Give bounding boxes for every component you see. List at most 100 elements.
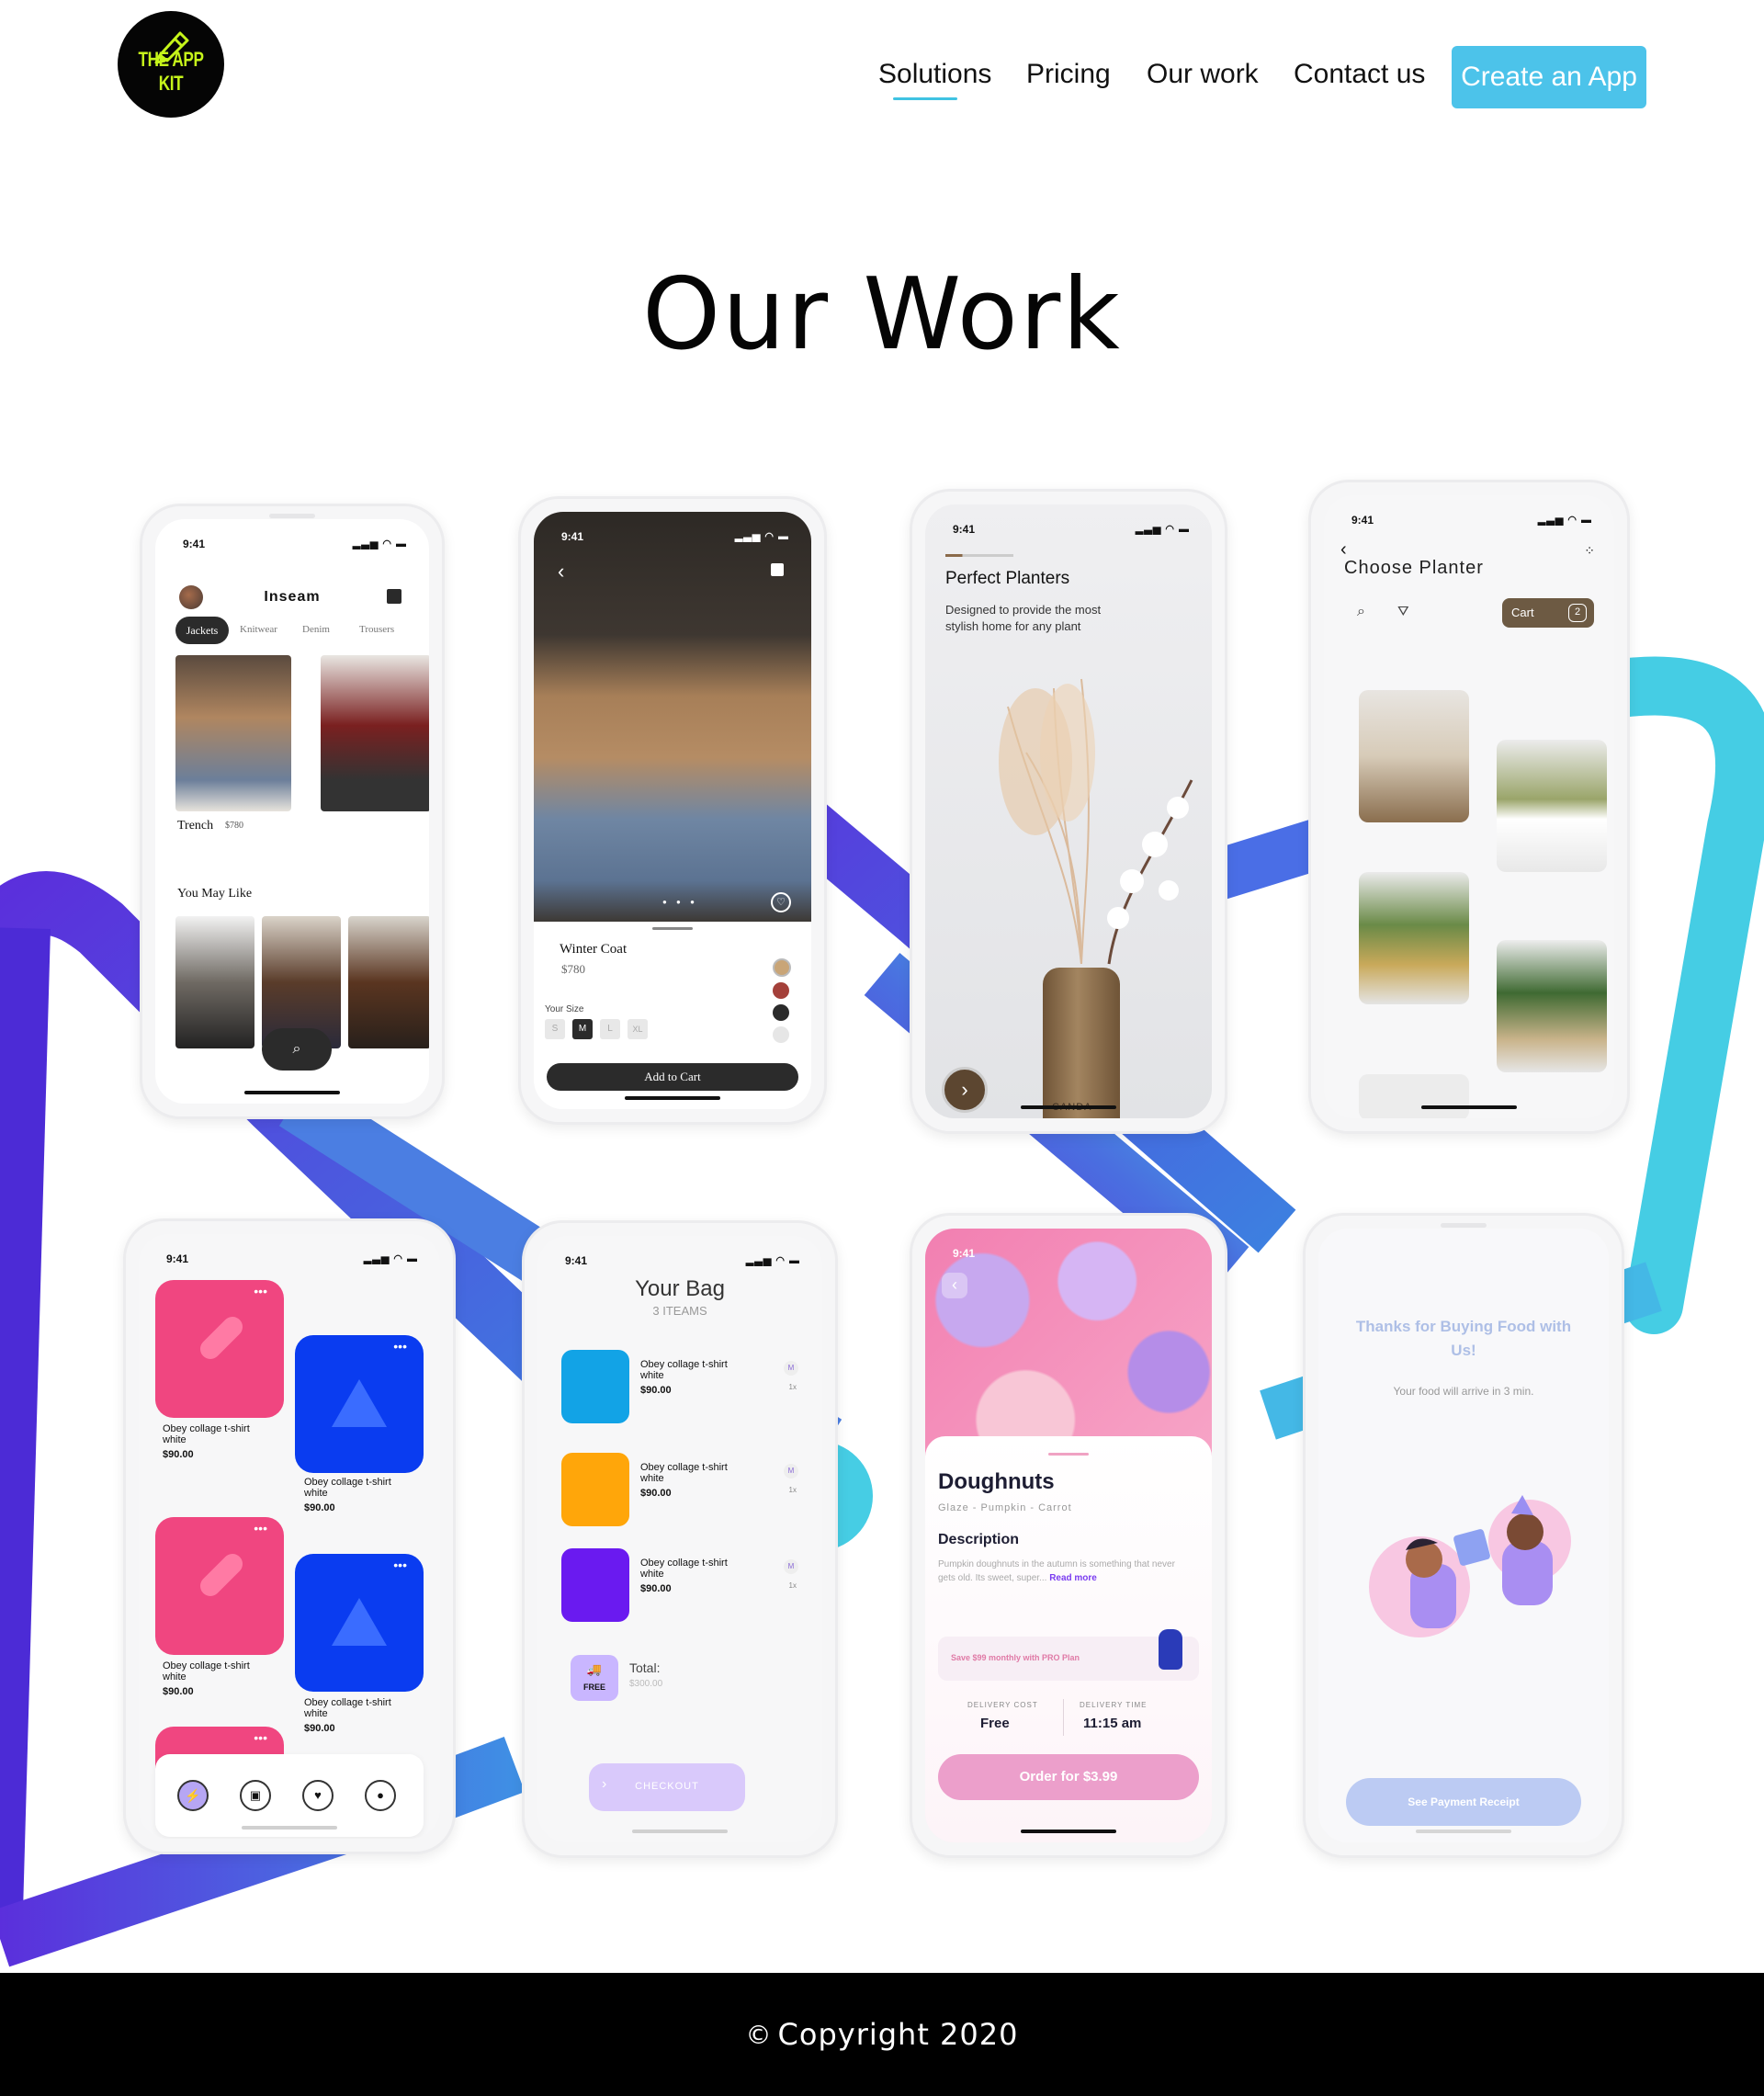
speaker (1441, 1223, 1487, 1228)
swatch-red[interactable] (773, 982, 789, 999)
swatch-black[interactable] (773, 1004, 789, 1021)
size-l[interactable]: L (600, 1019, 620, 1039)
planter-card-2[interactable] (1497, 740, 1607, 872)
size-m[interactable]: M (572, 1019, 593, 1039)
phone-thanks: Thanks for Buying Food with Us! Your foo… (1303, 1213, 1624, 1858)
heart-icon[interactable]: ♥ (302, 1780, 334, 1811)
product-subtitle: Glaze - Pumpkin - Carrot (938, 1502, 1072, 1513)
read-more-link[interactable]: Read more (1049, 1573, 1097, 1583)
swatch-white[interactable] (773, 1026, 789, 1043)
bag-icon[interactable]: ▣ (240, 1780, 271, 1811)
nav-contact-us[interactable]: Contact us (1294, 59, 1425, 90)
bag-item-image-3[interactable] (561, 1548, 629, 1622)
search-icon[interactable]: ⌕ (262, 1028, 332, 1071)
bag-item-size-3[interactable]: M (784, 1559, 798, 1574)
bag-icon[interactable] (771, 563, 784, 576)
planter-card-1[interactable] (1359, 690, 1469, 822)
suggestion-image-1[interactable] (175, 916, 254, 1048)
hero-image-coat (534, 512, 811, 922)
size-s[interactable]: S (545, 1019, 565, 1039)
status-bar: 9:41 ▂▃▅ ◠ ▬ (183, 538, 407, 550)
product-card-4[interactable]: ••• (295, 1554, 424, 1692)
truck-icon: 🚚 (586, 1662, 603, 1676)
bag-item-name-3: Obey collage t-shirt white (640, 1558, 728, 1580)
bag-item-qty-2[interactable]: 1x (789, 1486, 797, 1494)
nav-solutions[interactable]: Solutions (878, 59, 991, 90)
bag-item-name-2: Obey collage t-shirt white (640, 1462, 728, 1484)
menu-grid-icon[interactable]: ⁘ (1584, 543, 1596, 559)
product-image-plaid[interactable] (321, 655, 429, 811)
more-icon[interactable]: ••• (393, 1339, 407, 1354)
screen: 9:41 ▂▃▅ ◠ ▬ ‹ ● ● ● ♡ Winter Coat $780 … (534, 512, 811, 1109)
heart-icon[interactable]: ♡ (771, 892, 791, 912)
phone-doughnuts: 9:41 ‹ Doughnuts Glaze - Pumpkin - Carro… (910, 1213, 1227, 1858)
sheet-handle[interactable] (1048, 1453, 1089, 1456)
tab-jackets[interactable]: Jackets (175, 617, 229, 644)
order-button[interactable]: Order for $3.99 (938, 1754, 1199, 1800)
product-image-trench[interactable] (175, 655, 291, 811)
item-count: 3 ITEAMS (652, 1304, 707, 1318)
product-card-1[interactable]: ••• (155, 1280, 284, 1418)
pro-plan-banner[interactable]: Save $99 monthly with PRO Plan (938, 1629, 1199, 1681)
bag-item-size-2[interactable]: M (784, 1464, 798, 1479)
bag-item-qty-3[interactable]: 1x (789, 1581, 797, 1590)
more-icon[interactable]: ••• (393, 1558, 407, 1572)
checkout-button[interactable]: › CHECKOUT (589, 1763, 745, 1811)
party-illustration (1369, 1495, 1571, 1637)
home-indicator (1416, 1830, 1511, 1833)
back-icon[interactable]: ‹ (942, 1273, 967, 1298)
payment-receipt-button[interactable]: See Payment Receipt (1346, 1778, 1581, 1826)
bag-item-qty-1[interactable]: 1x (789, 1383, 797, 1391)
tab-trousers[interactable]: Trousers (359, 624, 394, 635)
delivery-cost-label: DELIVERY COST (967, 1701, 1038, 1709)
product-card-3[interactable]: ••• (155, 1517, 284, 1655)
bottom-tab-bar: ⚡ ▣ ♥ ● (155, 1754, 424, 1837)
product-card-2[interactable]: ••• (295, 1335, 424, 1473)
status-time: 9:41 (1351, 514, 1374, 527)
checkout-label: CHECKOUT (635, 1781, 699, 1792)
planter-card-3[interactable] (1359, 872, 1469, 1004)
sheet-handle[interactable] (652, 927, 693, 930)
nav-pricing[interactable]: Pricing (1026, 59, 1111, 90)
bag-item-price-3: $90.00 (640, 1583, 672, 1594)
screen: 9:41 ▂▃▅ ◠ ▬ Your Bag 3 ITEAMS Obey coll… (537, 1236, 822, 1842)
delivery-time-label: DELIVERY TIME (1080, 1701, 1148, 1709)
size-label: Your Size (545, 1004, 584, 1014)
bag-item-image-1[interactable] (561, 1350, 629, 1423)
status-icons: ▂▃▅ ◠ ▬ (734, 531, 789, 542)
cart-button[interactable]: Cart 2 (1502, 598, 1594, 628)
more-icon[interactable]: ••• (254, 1521, 267, 1535)
promo-text: Save $99 monthly with PRO Plan (951, 1653, 1080, 1662)
size-xl[interactable]: XL (628, 1019, 648, 1039)
bag-item-size-1[interactable]: M (784, 1361, 798, 1376)
doughnuts-image (925, 1229, 1212, 1467)
nav-our-work[interactable]: Our work (1147, 59, 1259, 90)
profile-icon[interactable]: ● (365, 1780, 396, 1811)
tab-denim[interactable]: Denim (302, 624, 330, 635)
more-icon[interactable]: ••• (254, 1730, 267, 1745)
next-button[interactable]: › (942, 1067, 988, 1113)
promo-illustration (1159, 1629, 1182, 1670)
tab-knitwear[interactable]: Knitwear (240, 624, 277, 635)
status-icons: ▂▃▅ ◠ ▬ (1537, 515, 1592, 526)
planter-card-5[interactable] (1359, 1074, 1469, 1118)
home-indicator (632, 1830, 728, 1833)
swatch-tan[interactable] (773, 958, 791, 977)
filter-icon[interactable]: ⛛ (1397, 604, 1409, 619)
more-icon[interactable]: ••• (254, 1284, 267, 1298)
back-icon[interactable]: ‹ (558, 560, 564, 583)
search-icon[interactable]: ⌕ (1357, 604, 1365, 620)
bag-item-image-2[interactable] (561, 1453, 629, 1526)
bandage-icon (196, 1312, 247, 1364)
create-app-button[interactable]: Create an App (1452, 46, 1646, 108)
screen: 9:41 ▂▃▅ ◠ ▬ ‹ ⁘ Choose Planter ⌕ ⛛ Cart… (1324, 495, 1614, 1118)
bolt-icon[interactable]: ⚡ (177, 1780, 209, 1811)
bag-icon[interactable] (387, 589, 401, 604)
add-to-cart-button[interactable]: Add to Cart (547, 1063, 798, 1091)
suggestion-image-3[interactable] (348, 916, 429, 1048)
screen-desc: Designed to provide the most stylish hom… (945, 603, 1102, 633)
description-text: Pumpkin doughnuts in the autumn is somet… (938, 1558, 1186, 1585)
home-indicator (625, 1096, 720, 1100)
planter-card-4[interactable] (1497, 940, 1607, 1072)
screen: 9:41 ▂▃▅ ◠ ▬ ••• Obey collage t-shirt wh… (139, 1234, 440, 1839)
